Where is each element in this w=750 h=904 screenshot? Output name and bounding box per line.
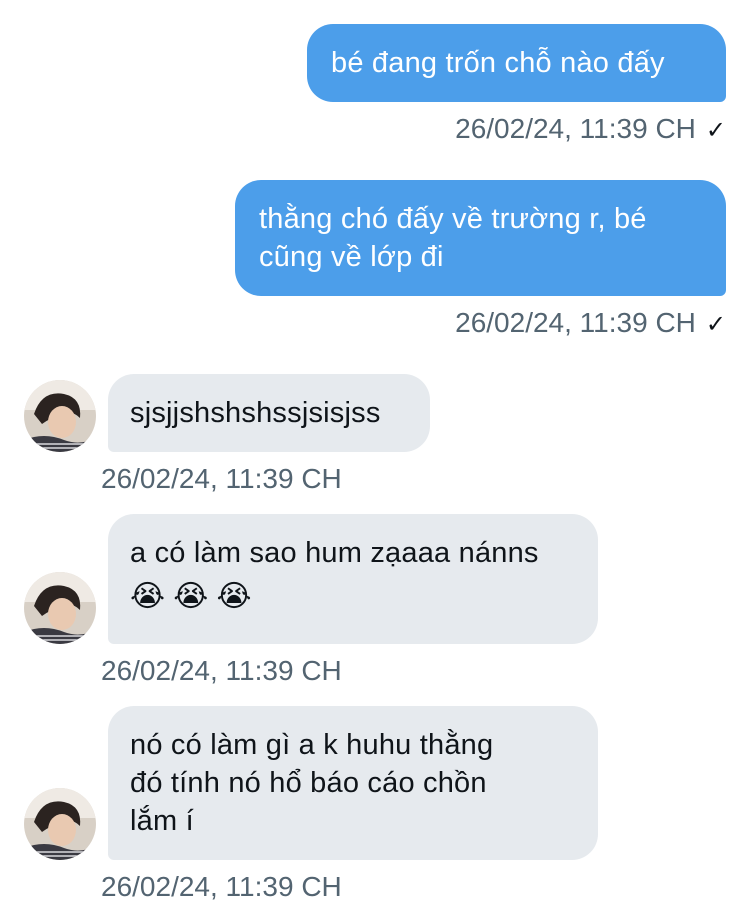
- loudly-crying-face-icon: 😭: [173, 579, 209, 614]
- message-text-line: a có làm sao hum zạaaa nánns: [130, 537, 539, 569]
- avatar-photo-icon: [24, 380, 96, 452]
- message-text-line: cũng về lớp đi: [259, 241, 444, 273]
- message-text-line: thằng chó đấy về trường r, bé: [259, 203, 647, 235]
- received-message-bubble[interactable]: sjsjjshshshssjsisjss: [108, 374, 430, 452]
- timestamp-text: 26/02/24, 11:39 CH: [101, 463, 342, 494]
- contact-avatar[interactable]: [24, 380, 96, 452]
- contact-avatar[interactable]: [24, 788, 96, 860]
- timestamp-text: 26/02/24, 11:39 CH: [101, 655, 342, 686]
- loudly-crying-face-icon: 😭: [216, 579, 252, 614]
- emoji-row: 😭 😭 😭: [130, 580, 576, 614]
- timestamp-text: 26/02/24, 11:39 CH: [455, 113, 696, 144]
- message-text-line: lắm í: [130, 805, 194, 837]
- message-timestamp: 26/02/24, 11:39 CH: [101, 462, 342, 496]
- sent-message-bubble[interactable]: bé đang trốn chỗ nào đấy: [307, 24, 726, 102]
- message-text: bé đang trốn chỗ nào đấy: [331, 47, 665, 79]
- message-text-line: đó tính nó hổ báo cáo chồn: [130, 767, 487, 799]
- message-text-line: nó có làm gì a k huhu thằng: [130, 729, 494, 761]
- avatar-photo-icon: [24, 788, 96, 860]
- received-message-bubble[interactable]: a có làm sao hum zạaaa nánns 😭 😭 😭: [108, 514, 598, 644]
- message-timestamp: 26/02/24, 11:39 CH: [101, 870, 342, 904]
- avatar-photo-icon: [24, 572, 96, 644]
- timestamp-text: 26/02/24, 11:39 CH: [101, 871, 342, 902]
- received-message-bubble[interactable]: nó có làm gì a k huhu thằng đó tính nó h…: [108, 706, 598, 860]
- check-icon: ✓: [705, 116, 726, 144]
- timestamp-text: 26/02/24, 11:39 CH: [455, 307, 696, 338]
- message-timestamp: 26/02/24, 11:39 CH ✓: [455, 112, 726, 147]
- message-timestamp: 26/02/24, 11:39 CH: [101, 654, 342, 688]
- sent-message-bubble[interactable]: thằng chó đấy về trường r, bé cũng về lớ…: [235, 180, 726, 296]
- message-text: sjsjjshshshssjsisjss: [130, 397, 381, 429]
- message-timestamp: 26/02/24, 11:39 CH ✓: [455, 306, 726, 341]
- check-icon: ✓: [705, 310, 726, 338]
- loudly-crying-face-icon: 😭: [130, 579, 166, 614]
- contact-avatar[interactable]: [24, 572, 96, 644]
